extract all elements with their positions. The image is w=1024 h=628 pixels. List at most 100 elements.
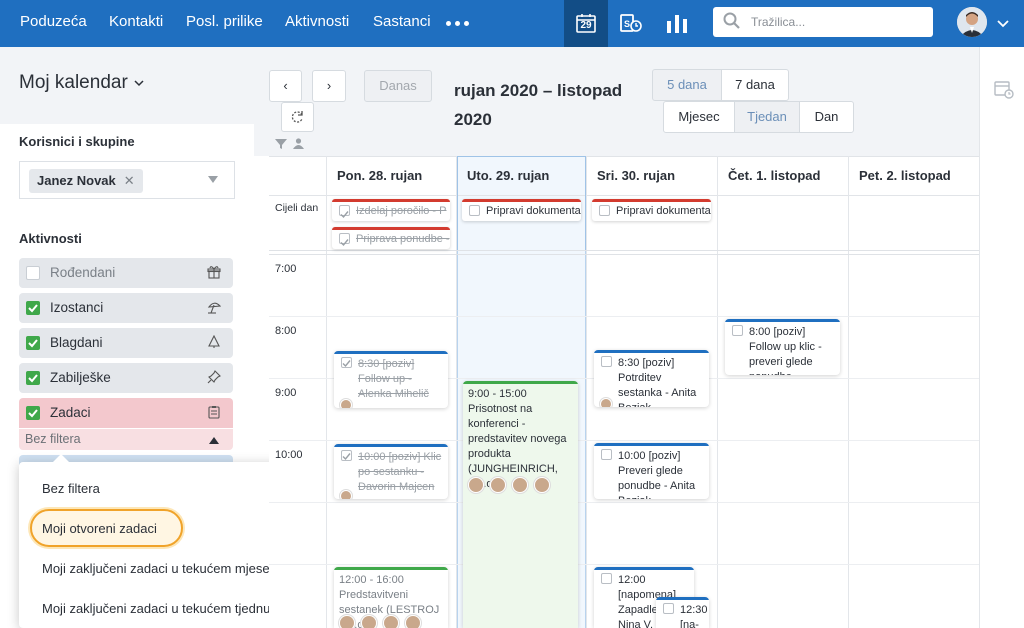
checkbox-notes[interactable]	[26, 371, 40, 385]
activity-absences[interactable]: Izostanci	[19, 293, 233, 323]
prev-button[interactable]: ‹	[269, 70, 302, 102]
attendee-avatar	[405, 615, 421, 628]
attendee-avatar	[490, 477, 506, 493]
event-color-bar	[334, 567, 448, 570]
search-box[interactable]	[713, 7, 933, 37]
nav-contacts[interactable]: Kontakti	[109, 13, 163, 30]
calendar-event[interactable]: 8:00 [poziv] Follow up klic - preveri gl…	[725, 319, 840, 375]
grid-line	[326, 156, 327, 628]
event-label: 10:00 [poziv] Preveri glede ponudbe - An…	[618, 450, 696, 499]
event-checkbox[interactable]	[732, 325, 743, 336]
date-range-title: rujan 2020 – listopad 2020	[454, 81, 623, 129]
checkbox-holidays[interactable]	[26, 336, 40, 350]
activities-heading: Aktivnosti	[19, 231, 82, 246]
day-header-mon[interactable]: Pon. 28. rujan	[337, 168, 422, 183]
calendar-event[interactable]: 12:00 - 16:00 Predstavitveni sestanek (L…	[334, 567, 448, 628]
calendar-nav-button[interactable]: 29	[564, 0, 608, 48]
dropdown-arrow-icon[interactable]	[208, 176, 218, 183]
all-day-task[interactable]: Izdelaj poročilo - P	[332, 199, 450, 221]
checkbox-tasks[interactable]	[26, 406, 40, 420]
user-chip-label: Janez Novak	[37, 173, 116, 188]
all-day-task[interactable]: Pripravi dokumenta	[462, 199, 581, 221]
event-checkbox[interactable]	[341, 357, 352, 368]
grid-line	[269, 250, 979, 251]
all-day-task-label: Pripravi dokumenta	[616, 205, 711, 217]
checkbox-absences[interactable]	[26, 301, 40, 315]
next-button[interactable]: ›	[312, 70, 346, 102]
view-day[interactable]: Dan	[799, 101, 854, 133]
filter-option-no-filter[interactable]: Bez filtera	[42, 481, 100, 496]
day-header-wed[interactable]: Sri. 30. rujan	[597, 168, 675, 183]
tree-icon	[208, 335, 220, 348]
checkbox-birthdays[interactable]	[26, 266, 40, 280]
user-filter-icon[interactable]	[293, 138, 304, 149]
event-checkbox[interactable]	[601, 573, 612, 584]
activity-holidays[interactable]: Blagdani	[19, 328, 233, 358]
top-navigation-bar: Poduzeća Kontakti Posl. prilike Aktivnos…	[0, 0, 1024, 48]
refresh-button[interactable]	[281, 102, 314, 132]
users-select[interactable]: Janez Novak ✕	[19, 161, 235, 199]
view-month[interactable]: Mjesec	[663, 101, 735, 133]
tasks-filter-select[interactable]: Bez filtera	[19, 429, 233, 450]
grid-line	[269, 316, 979, 317]
activity-birthdays[interactable]: Rođendani	[19, 258, 233, 288]
calendar-event[interactable]: 10:00 [poziv] Preveri glede ponudbe - An…	[594, 443, 709, 499]
all-day-task[interactable]: Pripravi dokumenta	[592, 199, 711, 221]
view-week[interactable]: Tjedan	[734, 101, 800, 133]
task-checkbox[interactable]	[339, 233, 350, 247]
dropdown-pointer	[52, 454, 70, 463]
activity-label-absences: Izostanci	[50, 300, 104, 315]
outlook-sync-icon[interactable]: S	[619, 12, 643, 34]
calendar-event[interactable]: 8:30 [poziv] Follow up - Alenka Mihelič	[334, 351, 448, 408]
right-rail	[979, 47, 1024, 628]
more-menu-icon[interactable]	[446, 21, 469, 26]
time-label: 9:00	[275, 387, 297, 399]
svg-text:S: S	[624, 19, 630, 29]
attendee-avatar	[534, 477, 550, 493]
attendee-avatar	[340, 490, 352, 499]
calendar-event[interactable]: 8:30 [poziv] Potrditev sestanka - Anita …	[594, 350, 709, 407]
activity-notes[interactable]: Zabilješke	[19, 363, 233, 393]
event-checkbox[interactable]	[601, 356, 612, 367]
view-5-days[interactable]: 5 dana	[652, 69, 722, 101]
view-7-days[interactable]: 7 dana	[721, 69, 789, 101]
filter-option-my-open-tasks[interactable]: Moji otvoreni zadaci	[42, 521, 157, 536]
filter-icon[interactable]	[275, 139, 287, 149]
task-checkbox[interactable]	[599, 205, 610, 216]
all-day-task[interactable]: Priprava ponudbe -	[332, 227, 450, 249]
nav-companies[interactable]: Poduzeća	[20, 13, 87, 30]
activity-tasks[interactable]: Zadaci	[19, 398, 233, 428]
remove-user-icon[interactable]: ✕	[124, 169, 135, 193]
task-checkbox[interactable]	[469, 205, 480, 216]
event-checkbox[interactable]	[663, 603, 674, 614]
search-input[interactable]	[751, 13, 921, 31]
event-color-bar	[656, 597, 709, 600]
nav-meetings[interactable]: Sastanci	[373, 13, 431, 30]
chevron-down-icon[interactable]	[997, 20, 1009, 28]
task-checkbox[interactable]	[339, 205, 350, 219]
event-checkbox[interactable]	[601, 449, 612, 460]
event-color-bar	[594, 350, 709, 353]
calendar-event[interactable]: 12:30 [na-	[656, 597, 709, 628]
today-button[interactable]: Danas	[364, 70, 432, 102]
nav-opportunities[interactable]: Posl. prilike	[186, 13, 263, 30]
calendar-sync-icon[interactable]	[994, 79, 1014, 99]
grid-line	[586, 156, 587, 628]
attendee-avatar	[600, 398, 612, 407]
grid-line	[269, 502, 979, 503]
filter-option-closed-this-month[interactable]: Moji zaključeni zadaci u tekućem mjesecu	[42, 561, 283, 576]
attendee-avatar	[361, 615, 377, 628]
user-avatar[interactable]	[957, 7, 987, 37]
attendee-avatars	[339, 615, 427, 628]
day-header-fri[interactable]: Pet. 2. listopad	[859, 168, 951, 183]
calendar-selector[interactable]: Moj kalendar	[19, 72, 144, 94]
calendar-event[interactable]: 9:00 - 15:00 Prisotnost na konferenci - …	[463, 381, 578, 628]
filter-option-closed-this-week[interactable]: Moji zaključeni zadaci u tekućem tjednu	[42, 601, 270, 616]
calendar-event[interactable]: 10:00 [poziv] Klic po sestanku - Davorin…	[334, 444, 448, 499]
nav-activities[interactable]: Aktivnosti	[285, 13, 349, 30]
bar-chart-icon[interactable]	[666, 13, 688, 33]
page-title: Moj kalendar	[19, 72, 128, 93]
gift-icon	[207, 266, 221, 279]
day-header-thu[interactable]: Čet. 1. listopad	[728, 168, 820, 183]
event-checkbox[interactable]	[341, 450, 352, 461]
